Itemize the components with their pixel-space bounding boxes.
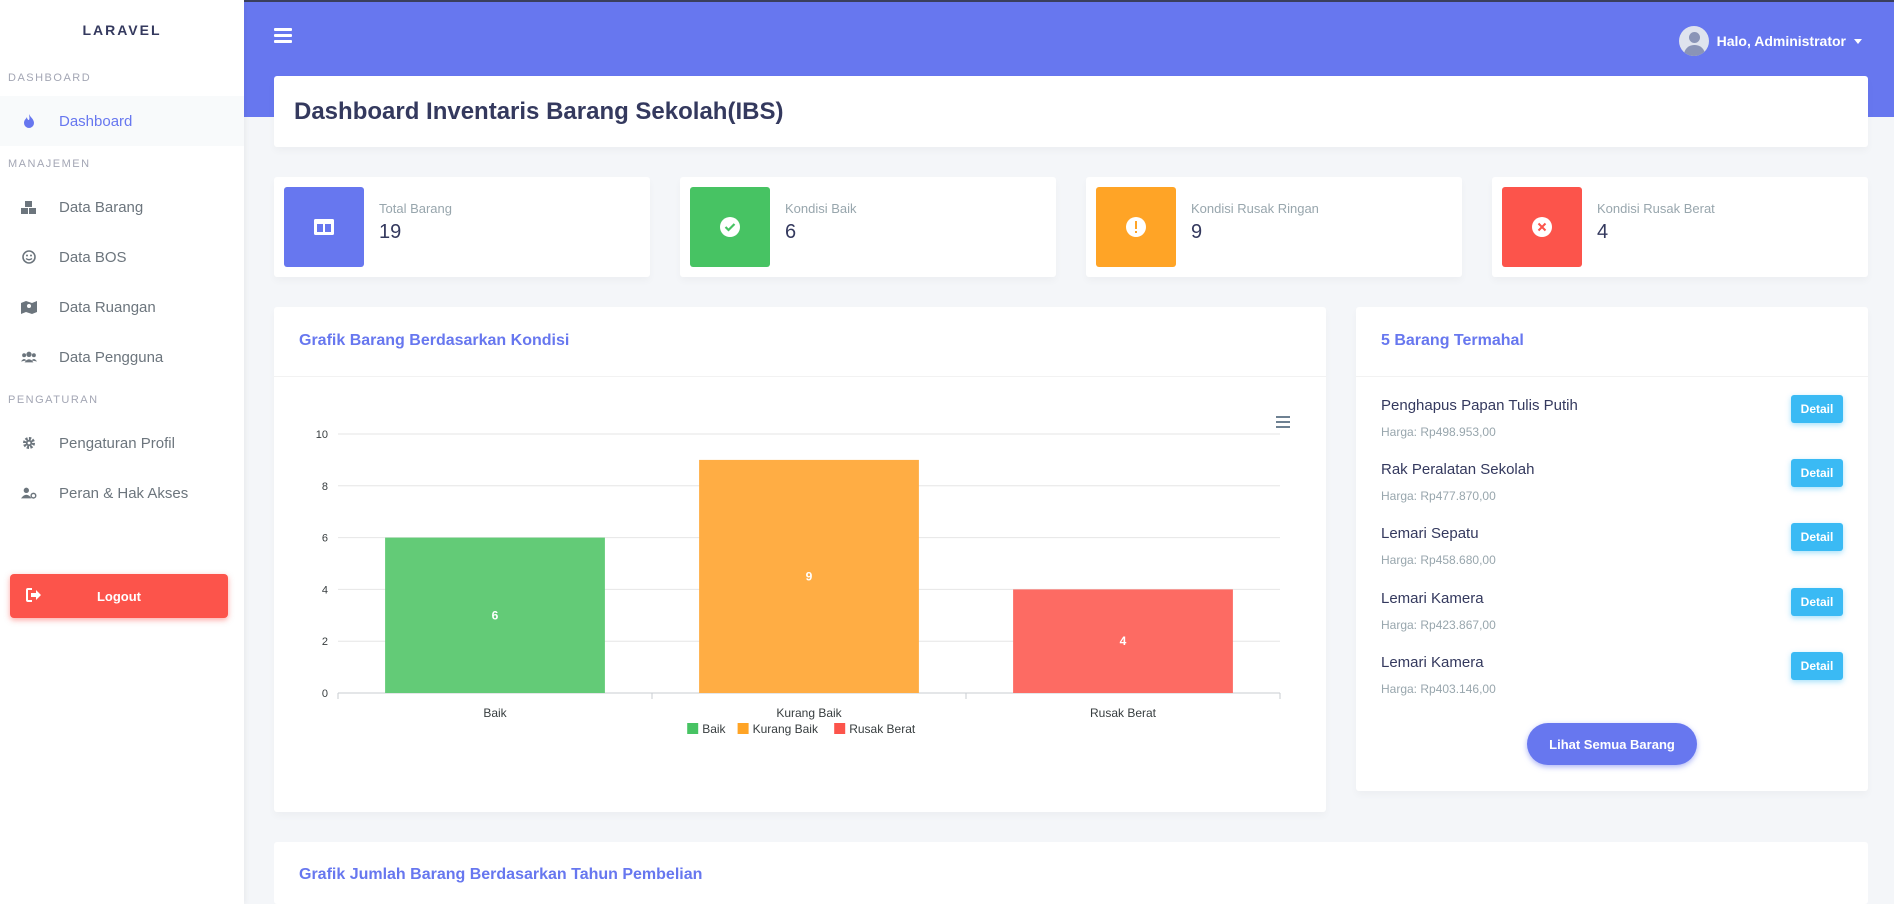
smile-icon	[21, 249, 37, 265]
legend-label: Baik	[702, 722, 726, 736]
users-icon	[21, 349, 37, 365]
stat-label: Kondisi Rusak Ringan	[1191, 201, 1319, 216]
stat-label: Total Barang	[379, 201, 452, 216]
sidebar-item-peran-hak-akses[interactable]: Peran & Hak Akses	[0, 468, 244, 518]
detail-button[interactable]: Detail	[1791, 588, 1843, 616]
item-name: Rak Peralatan Sekolah	[1381, 461, 1535, 478]
boxes-icon	[21, 199, 37, 215]
item-price: Harga: Rp423.867,00	[1381, 618, 1496, 632]
fire-icon	[21, 113, 37, 129]
stat-value: 19	[379, 221, 402, 243]
item-name: Lemari Kamera	[1381, 590, 1484, 607]
check-circle-icon	[690, 187, 770, 267]
menu-header-manajemen: MANAJEMEN	[8, 158, 91, 170]
stat-label: Kondisi Rusak Berat	[1597, 201, 1715, 216]
legend-marker	[687, 723, 699, 734]
sidebar-item-pengaturan-profil[interactable]: Pengaturan Profil	[0, 418, 244, 468]
brand-logo[interactable]: LARAVEL	[0, 0, 244, 60]
see-all-items-button[interactable]: Lihat Semua Barang	[1527, 723, 1697, 765]
stat-card-kondisi-baik: Kondisi Baik 6	[680, 177, 1056, 277]
bar-chart: 0 2 4 6 8 10 6 Baik 9 Kurang Baik 4 Rusak Berat Baik…	[316, 416, 1290, 736]
sidebar-item-data-ruangan[interactable]: Data Ruangan	[0, 282, 244, 332]
item-price: Harga: Rp403.146,00	[1381, 682, 1496, 696]
list-item: Penghapus Papan Tulis Putih Harga: Rp498…	[1381, 395, 1843, 457]
detail-button[interactable]: Detail	[1791, 652, 1843, 680]
logout-label: Logout	[96, 588, 142, 604]
exclamation-circle-icon	[1096, 187, 1176, 267]
y-tick-label: 10	[316, 429, 328, 441]
sidebar-item-data-barang[interactable]: Data Barang	[0, 182, 244, 232]
menu-header-pengaturan: PENGATURAN	[8, 394, 99, 406]
chart-card-title: Grafik Barang Berdasarkan Kondisi	[299, 332, 570, 349]
sidebar-item-data-bos[interactable]: Data BOS	[0, 232, 244, 282]
legend-label: Kurang Baik	[753, 722, 819, 736]
chart-card-title: Grafik Jumlah Barang Berdasarkan Tahun P…	[299, 866, 703, 883]
map-icon	[21, 299, 37, 315]
hamburger-menu-icon[interactable]	[274, 28, 292, 44]
table-icon	[284, 187, 364, 267]
item-name: Lemari Kamera	[1381, 654, 1484, 671]
menu-header-dashboard: DASHBOARD	[8, 72, 92, 84]
legend-label: Rusak Berat	[849, 722, 916, 736]
gear-icon	[21, 435, 37, 451]
user-dropdown[interactable]: Halo, Administrator	[1678, 26, 1862, 56]
sidebar: LARAVEL DASHBOARD Dashboard MANAJEMEN Da…	[0, 0, 244, 904]
top-items-card: 5 Barang Termahal Penghapus Papan Tulis …	[1356, 307, 1868, 791]
sidebar-item-label: Data Ruangan	[59, 298, 156, 316]
sidebar-item-label: Pengaturan Profil	[59, 434, 175, 452]
stat-value: 6	[785, 221, 797, 243]
chart-card-tahun: Grafik Jumlah Barang Berdasarkan Tahun P…	[274, 842, 1868, 904]
list-item: Rak Peralatan Sekolah Harga: Rp477.870,0…	[1381, 459, 1843, 521]
item-name: Penghapus Papan Tulis Putih	[1381, 397, 1578, 414]
section-header: Dashboard Inventaris Barang Sekolah(IBS)	[274, 76, 1868, 147]
item-name: Lemari Sepatu	[1381, 525, 1479, 542]
data-label: 6	[492, 608, 499, 622]
page-title: Dashboard Inventaris Barang Sekolah(IBS)	[294, 97, 784, 125]
stat-value: 4	[1597, 221, 1609, 243]
list-item: Lemari Kamera Harga: Rp423.867,00 Detail	[1381, 588, 1843, 650]
user-greeting: Halo, Administrator	[1716, 33, 1846, 49]
divider	[1356, 376, 1868, 377]
data-label: 4	[1120, 634, 1127, 648]
data-label: 9	[806, 569, 813, 583]
stat-card-kondisi-rusak-berat: Kondisi Rusak Berat 4	[1492, 177, 1868, 277]
top-items-title: 5 Barang Termahal	[1381, 332, 1524, 349]
legend-marker	[737, 723, 749, 734]
y-tick-label: 6	[322, 533, 328, 545]
times-circle-icon	[1502, 187, 1582, 267]
logout-button[interactable]: Logout	[10, 574, 228, 618]
sidebar-item-data-pengguna[interactable]: Data Pengguna	[0, 332, 244, 382]
item-price: Harga: Rp498.953,00	[1381, 425, 1496, 439]
chevron-down-icon	[1854, 38, 1862, 44]
legend-marker	[834, 723, 846, 734]
list-item: Lemari Kamera Harga: Rp403.146,00 Detail	[1381, 652, 1843, 714]
user-cog-icon	[21, 485, 37, 501]
item-price: Harga: Rp477.870,00	[1381, 489, 1496, 503]
stat-card-kondisi-rusak-ringan: Kondisi Rusak Ringan 9	[1086, 177, 1462, 277]
y-tick-label: 8	[322, 481, 328, 493]
x-tick-label: Baik	[483, 706, 507, 720]
item-price: Harga: Rp458.680,00	[1381, 553, 1496, 567]
sign-out-icon	[26, 588, 42, 605]
y-tick-label: 0	[322, 688, 328, 700]
sidebar-item-label: Data Barang	[59, 198, 144, 216]
sidebar-item-dashboard[interactable]: Dashboard	[0, 96, 244, 146]
stat-card-total-barang: Total Barang 19	[274, 177, 650, 277]
y-tick-label: 4	[322, 584, 328, 596]
list-item: Lemari Sepatu Harga: Rp458.680,00 Detail	[1381, 523, 1843, 585]
y-tick-label: 2	[322, 636, 328, 648]
sidebar-item-label: Data Pengguna	[59, 348, 164, 366]
sidebar-item-label: Data BOS	[59, 248, 127, 266]
stat-value: 9	[1191, 221, 1203, 243]
detail-button[interactable]: Detail	[1791, 523, 1843, 551]
detail-button[interactable]: Detail	[1791, 395, 1843, 423]
chart-card-kondisi: Grafik Barang Berdasarkan Kondisi 0 2 4 6 8 1…	[274, 307, 1326, 812]
detail-button[interactable]: Detail	[1791, 459, 1843, 487]
x-tick-label: Kurang Baik	[776, 706, 842, 720]
stat-label: Kondisi Baik	[785, 201, 857, 216]
sidebar-item-label: Dashboard	[59, 112, 133, 130]
x-tick-label: Rusak Berat	[1090, 706, 1157, 720]
sidebar-item-label: Peran & Hak Akses	[59, 484, 189, 502]
avatar	[1678, 26, 1709, 56]
